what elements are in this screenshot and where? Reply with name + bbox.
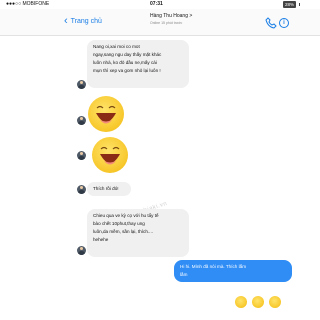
contact-status: Online 15 phút trước	[150, 21, 183, 25]
avatar	[77, 151, 86, 160]
phone-icon[interactable]	[265, 17, 277, 29]
message-line: bào chết 10phut,thay ung	[93, 221, 145, 226]
avatar	[77, 246, 86, 255]
message-line: mụn thì xep va gom nhỏ lại luôn !	[93, 68, 161, 73]
laughing-face-icon	[100, 146, 120, 165]
message-line: Nang oi,xai moi co mot	[93, 44, 140, 49]
seen-sticker	[252, 296, 264, 308]
seen-sticker	[235, 296, 247, 308]
laughing-sticker	[92, 137, 128, 173]
message-bubble: Thích rồi đó!	[87, 182, 131, 196]
message-line: Thích rồi đó!	[93, 186, 119, 191]
clock: 07:31	[150, 1, 163, 7]
laughing-face-icon	[96, 105, 116, 124]
message-line: hehehe	[93, 237, 109, 242]
carrier-label: ●●●○○ MOBIFONE	[6, 1, 50, 7]
back-label: Trang chủ	[70, 18, 102, 25]
contact-header[interactable]: Hàng Thu Hoang > Online 15 phút trước	[150, 13, 230, 25]
contact-name: Hàng Thu Hoang >	[150, 13, 193, 19]
chevron-left-icon: ‹	[64, 15, 68, 27]
message-bubble: Nang oi,xai moi co mot ngay,sang ngu day…	[87, 40, 189, 88]
avatar	[77, 116, 86, 125]
laughing-sticker	[88, 96, 124, 132]
info-icon[interactable]: i	[279, 18, 289, 28]
message-line: Hi hi. Mình đã nói mà. Thích lắm	[180, 264, 247, 269]
seen-sticker	[269, 296, 281, 308]
message-line: Chieu qua ve kỳ cọ với hu tẩy tế	[93, 213, 159, 218]
message-line: lắm	[180, 272, 188, 277]
status-bar: ●●●○○ MOBIFONE 07:31 28%	[0, 0, 320, 9]
message-line: luôn,da mềm, sần lại, thích....	[93, 229, 154, 234]
avatar	[77, 185, 86, 194]
conversation-header: ‹ Trang chủ Hàng Thu Hoang > Online 15 ph…	[0, 9, 320, 36]
battery-cap	[299, 3, 300, 6]
message-line: ngay,sang ngu day thấy mặt khác	[93, 52, 162, 57]
battery-indicator: 28%	[283, 1, 297, 8]
message-bubble: Chieu qua ve kỳ cọ với hu tẩy tế bào chế…	[87, 209, 189, 257]
avatar	[77, 80, 86, 89]
back-button[interactable]: ‹ Trang chủ	[64, 14, 102, 28]
message-bubble-outgoing: Hi hi. Mình đã nói mà. Thích lắm lắm	[174, 260, 292, 282]
message-line: luôn nhà, ko đỏ dầu ne,mấy cái	[93, 60, 157, 65]
